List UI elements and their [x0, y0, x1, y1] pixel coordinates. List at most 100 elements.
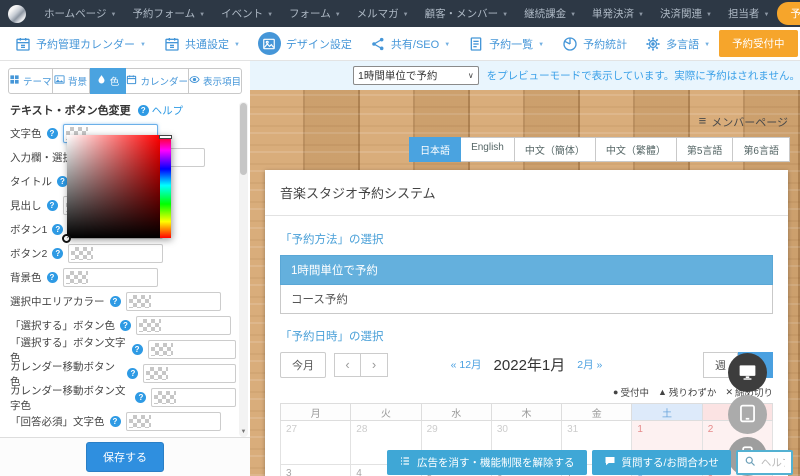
tab-display-items[interactable]: 表示項目	[189, 68, 242, 94]
panel-scrollbar[interactable]: ▼	[239, 102, 248, 437]
lang-tab-language5[interactable]: 第5言語	[677, 137, 734, 162]
method-option-hourly[interactable]: 1時間単位で予約	[280, 255, 773, 285]
nav-multilingual[interactable]: 多言語	[636, 36, 719, 52]
show-reservation-form-button[interactable]: 予約フォームを表示	[777, 2, 800, 25]
nav-design-settings[interactable]: デザイン設定	[249, 32, 361, 55]
reservation-form-card: 音楽スタジオ予約システム 「予約方法」の選択 1時間単位で予約 コース予約 「予…	[265, 170, 788, 476]
tab-label: 表示項目	[203, 74, 241, 88]
topbar-menu-newsletter[interactable]: メルマガ	[349, 6, 417, 21]
calendar-day-cell[interactable]: 3	[281, 465, 351, 476]
field-label: 文字色	[10, 126, 42, 141]
accepting-reservations-button[interactable]: 予約受付中	[719, 30, 798, 57]
lang-tab-language6[interactable]: 第6言語	[733, 137, 790, 162]
calendar-day-cell[interactable]: 27	[281, 421, 351, 465]
nav-reservation-calendar[interactable]: 予約管理カレンダー	[6, 36, 155, 52]
topbar-menu-homepage[interactable]: ホームページ	[36, 6, 124, 21]
app-window: ホームページ 予約フォーム イベント フォーム メルマガ 顧客・メンバー 継続課…	[0, 0, 800, 476]
remove-ads-button[interactable]: 広告を消す・機能制限を解除する	[387, 450, 587, 475]
preview-form-select[interactable]: 1時間単位で予約 ∨	[353, 66, 479, 85]
help-icon[interactable]: ?	[47, 200, 58, 211]
tab-color[interactable]: 色	[90, 68, 127, 94]
lang-tab-japanese[interactable]: 日本語	[409, 137, 461, 162]
nav-item-label: 予約統計	[583, 36, 627, 52]
desktop-preview-button[interactable]	[728, 353, 767, 392]
hue-slider-handle[interactable]	[159, 135, 172, 139]
scrollbar-thumb[interactable]	[240, 103, 247, 175]
select-button-color-input[interactable]	[136, 316, 231, 335]
tab-label: カレンダー	[140, 74, 188, 88]
tab-calendar[interactable]: カレンダー	[126, 68, 189, 94]
color-picker-marker[interactable]	[62, 234, 71, 243]
topbar-menu-event[interactable]: イベント	[213, 6, 281, 21]
background-color-input[interactable]	[63, 268, 158, 287]
tab-theme[interactable]: テーマ	[8, 68, 53, 94]
nav-reservation-list[interactable]: 予約一覧	[459, 36, 553, 52]
tab-background[interactable]: 背景	[53, 68, 90, 94]
help-link[interactable]: ?ヘルプ	[138, 103, 184, 118]
this-month-button[interactable]: 今月	[280, 352, 326, 378]
help-icon[interactable]: ?	[47, 272, 58, 283]
section-header: テキスト・ボタン色変更 ?ヘルプ	[10, 102, 236, 118]
method-option-course[interactable]: コース予約	[280, 285, 773, 314]
scrollbar-down-arrow[interactable]: ▼	[239, 426, 248, 437]
lang-tab-english[interactable]: English	[461, 137, 515, 162]
help-icon[interactable]: ?	[110, 296, 121, 307]
topbar-menu-staff[interactable]: 担当者	[720, 6, 777, 21]
lang-tab-chinese-simplified[interactable]: 中文（簡体）	[515, 137, 596, 162]
lang-tab-chinese-traditional[interactable]: 中文（繁體）	[596, 137, 677, 162]
required-text-color-input[interactable]	[126, 412, 221, 431]
topbar-menu-form[interactable]: フォーム	[281, 6, 349, 21]
help-icon[interactable]: ?	[47, 128, 58, 139]
prev-month-link[interactable]: « 12月	[451, 357, 482, 372]
topbar-menu-single-payment[interactable]: 単発決済	[584, 6, 652, 21]
circle-icon: ●	[613, 387, 618, 397]
help-icon[interactable]: ?	[52, 224, 63, 235]
tablet-icon	[737, 403, 758, 427]
save-button[interactable]: 保存する	[86, 442, 164, 472]
background-image-icon	[54, 74, 65, 88]
weekday-tue: 火	[351, 404, 421, 421]
calendar-nav-button-color-input[interactable]	[143, 364, 236, 383]
chevron-down-icon	[704, 38, 710, 50]
menu-label: 顧客・メンバー	[425, 6, 499, 21]
hue-slider[interactable]	[160, 135, 171, 238]
button-label: 予約フォームを表示	[790, 6, 800, 21]
select-button-text-color-input[interactable]	[148, 340, 236, 359]
help-icon[interactable]: ?	[52, 248, 63, 259]
nav-item-label: 共通設定	[185, 36, 229, 52]
help-icon[interactable]: ?	[120, 320, 131, 331]
help-icon[interactable]: ?	[127, 368, 138, 379]
topbar-menu-payments[interactable]: 決済関連	[652, 6, 720, 21]
next-month-link[interactable]: 2月 »	[577, 357, 602, 372]
prev-month-arrow-button[interactable]: ‹	[334, 353, 361, 377]
help-icon[interactable]: ?	[132, 344, 143, 355]
nav-share-seo[interactable]: 共有/SEO	[361, 36, 459, 52]
document-icon	[468, 36, 484, 52]
contact-button[interactable]: 質問する/お問合わせ	[592, 450, 731, 475]
help-search-box[interactable]	[736, 450, 793, 475]
transparent-swatch	[129, 415, 151, 428]
topbar-menu-subscription[interactable]: 継続課金	[516, 6, 584, 21]
app-logo[interactable]	[8, 5, 26, 23]
nav-reservation-stats[interactable]: 予約統計	[553, 36, 636, 52]
calendar-nav-button-text-color-input[interactable]	[151, 388, 236, 407]
help-search-input[interactable]	[761, 457, 785, 469]
theme-grid-icon	[9, 74, 20, 88]
nav-common-settings[interactable]: 共通設定	[155, 36, 249, 52]
transparent-swatch	[66, 271, 88, 284]
help-icon[interactable]: ?	[110, 416, 121, 427]
field-calendar-nav-button-text-color: カレンダー移動ボタン文字色 ?	[10, 388, 236, 407]
member-page-link[interactable]: メンバーページ	[250, 90, 800, 130]
selected-area-color-input[interactable]	[126, 292, 221, 311]
tab-label: テーマ	[23, 74, 52, 88]
button2-color-input[interactable]	[68, 244, 163, 263]
weekday-thu: 木	[491, 404, 561, 421]
field-label: タイトル	[10, 174, 52, 189]
chevron-down-icon	[267, 8, 273, 20]
help-icon[interactable]: ?	[135, 392, 146, 403]
saturation-brightness-area[interactable]	[67, 135, 160, 238]
tablet-preview-button[interactable]	[728, 395, 767, 434]
next-month-arrow-button[interactable]: ›	[361, 353, 388, 377]
topbar-menu-reservation-form[interactable]: 予約フォーム	[124, 6, 213, 21]
topbar-menu-customers[interactable]: 顧客・メンバー	[417, 6, 516, 21]
